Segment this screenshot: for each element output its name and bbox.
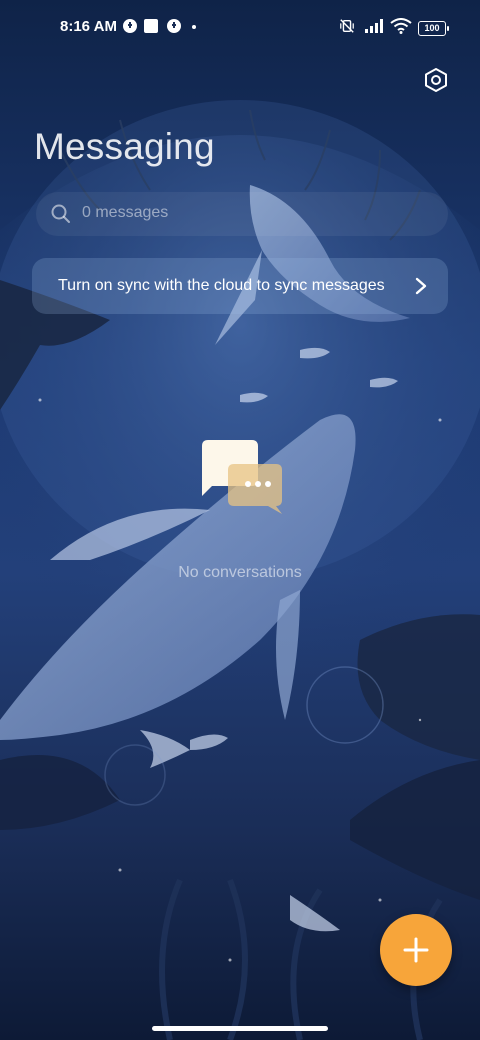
notification-square-icon [144, 19, 158, 33]
vibrate-off-icon [340, 19, 354, 33]
search-icon [51, 204, 70, 223]
plus-icon [403, 937, 429, 963]
notification-app-icon-2 [167, 19, 181, 33]
wifi-icon [390, 18, 412, 34]
new-conversation-button[interactable] [380, 914, 452, 986]
page-title: Messaging [34, 126, 215, 167]
chevron-right-icon [415, 277, 427, 295]
status-time: 8:16 AM [60, 18, 117, 35]
search-bar[interactable]: 0 messages [36, 192, 448, 236]
sync-banner-text: Turn on sync with the cloud to sync mess… [58, 277, 385, 294]
notification-app-icon [123, 19, 137, 33]
more-notifications-dot [192, 25, 196, 29]
signal-icon [365, 19, 383, 33]
home-indicator[interactable] [152, 1026, 328, 1031]
search-placeholder: 0 messages [82, 204, 169, 221]
settings-hexagon-icon [425, 68, 447, 92]
empty-state-text: No conversations [178, 564, 302, 581]
battery-icon: 100 [418, 21, 449, 36]
sync-banner[interactable]: Turn on sync with the cloud to sync mess… [32, 258, 448, 314]
settings-button[interactable] [420, 64, 452, 96]
chat-bubbles-icon [202, 440, 282, 514]
status-bar: 8:16 AM 100 [0, 0, 480, 56]
